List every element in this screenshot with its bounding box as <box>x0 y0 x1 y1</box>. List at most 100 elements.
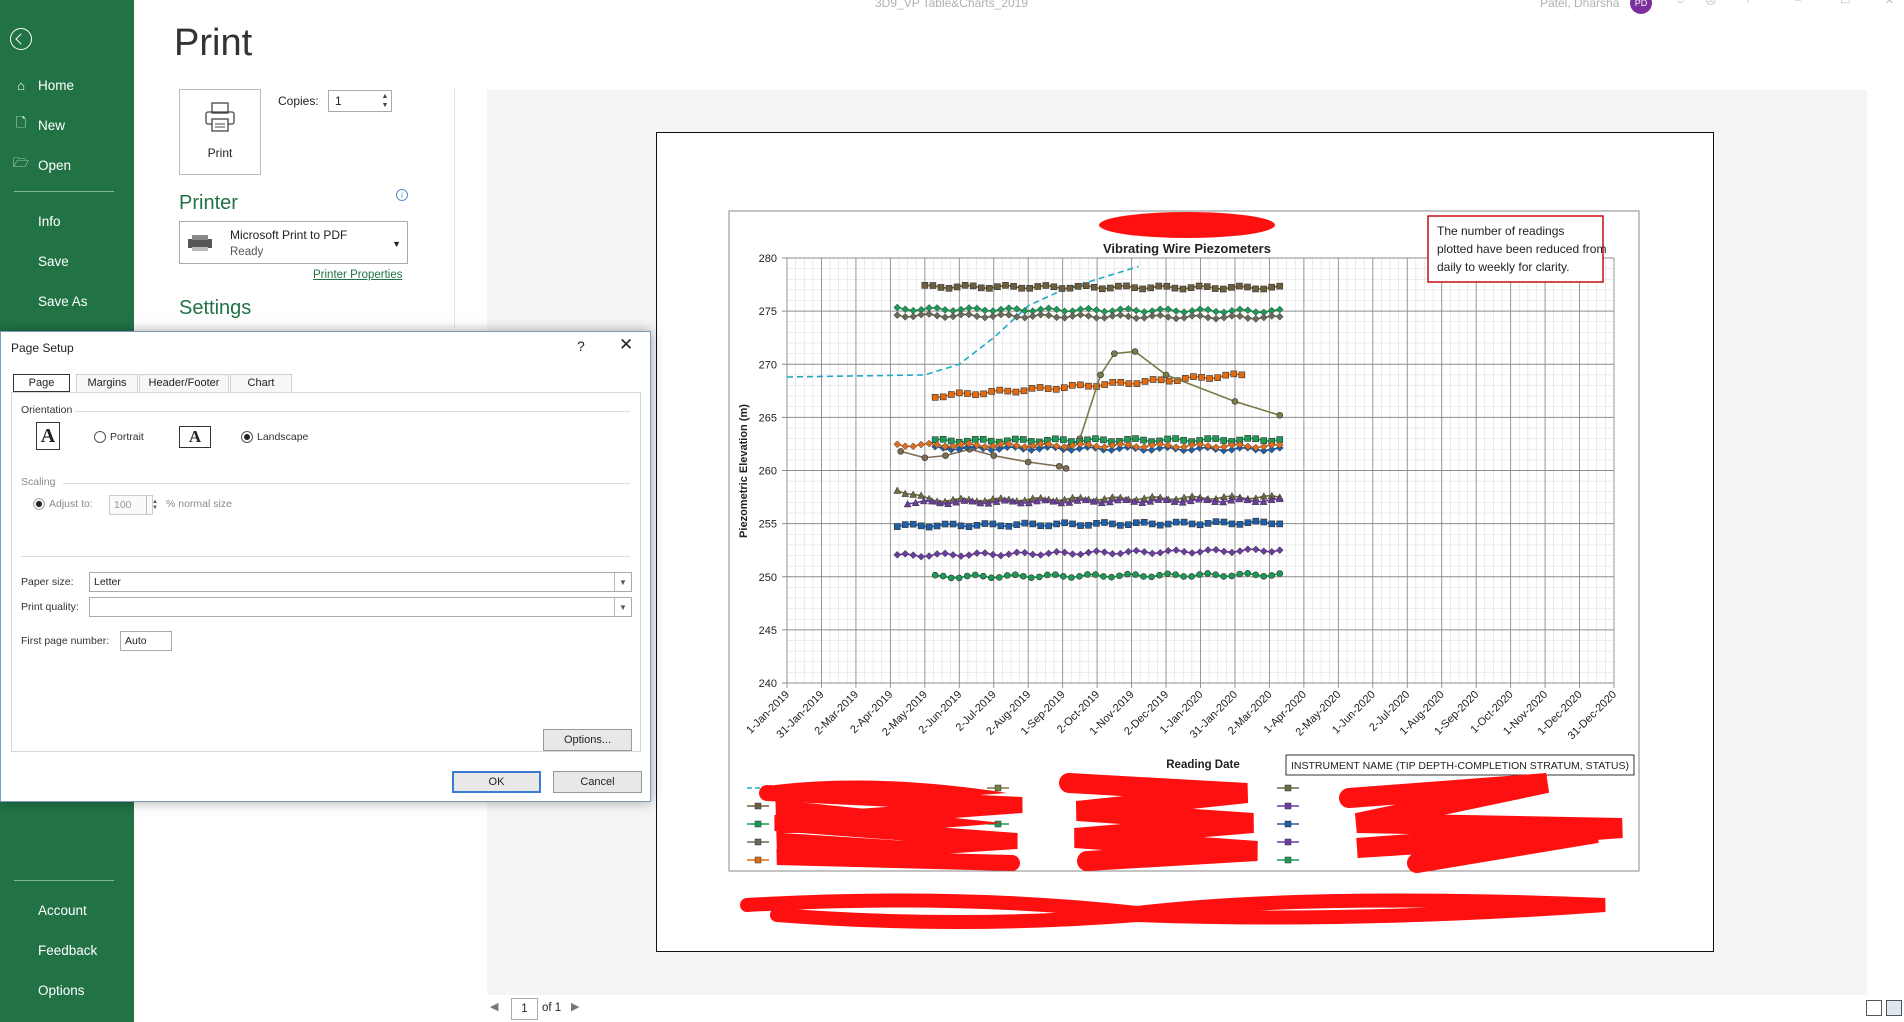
close-window-icon[interactable]: ✕ <box>1885 0 1899 8</box>
nav-item-save-as[interactable]: Save As <box>0 284 134 318</box>
nav-item-save[interactable]: Save <box>0 244 134 278</box>
printer-select[interactable]: Microsoft Print to PDF Ready ▼ <box>179 221 408 264</box>
data-point <box>1179 285 1187 293</box>
y-tick-label: 250 <box>759 572 777 584</box>
data-point <box>1050 283 1058 291</box>
printer-properties-link[interactable]: Printer Properties <box>313 269 402 281</box>
scaling-label: Scaling <box>21 476 56 488</box>
data-point <box>921 454 929 462</box>
data-point <box>1052 435 1059 443</box>
data-point <box>1260 572 1268 580</box>
chart-title: Vibrating Wire Piezometers <box>1103 241 1271 256</box>
printer-status: Ready <box>230 246 264 258</box>
printer-device-icon <box>186 234 214 252</box>
data-point <box>1147 284 1154 292</box>
tab-margins[interactable]: Margins <box>76 374 138 392</box>
data-point <box>939 435 947 443</box>
tab-page[interactable]: Page <box>13 374 70 392</box>
close-icon[interactable]: ✕ <box>619 335 633 355</box>
data-point <box>1003 572 1011 579</box>
data-point <box>1055 462 1063 470</box>
data-point <box>1098 285 1106 293</box>
nav-separator <box>14 191 114 192</box>
data-point <box>1139 285 1146 293</box>
data-point <box>897 448 905 455</box>
data-point <box>1084 571 1091 578</box>
data-point <box>1220 518 1228 526</box>
data-point <box>1140 518 1148 526</box>
nav-item-home[interactable]: ⌂ Home <box>0 68 134 102</box>
ok-button[interactable]: OK <box>452 771 541 793</box>
adjust-to-radio[interactable] <box>33 498 45 510</box>
data-point <box>1276 282 1284 290</box>
data-point <box>1132 435 1139 442</box>
nav-item-options[interactable]: Options <box>0 973 134 1007</box>
copies-spinner[interactable]: ▲ ▼ <box>378 90 392 112</box>
tab-header-footer[interactable]: Header/Footer <box>139 374 229 392</box>
data-point <box>1252 571 1260 579</box>
data-point <box>937 284 945 291</box>
chevron-down-icon: ▼ <box>392 239 401 249</box>
nav-item-feedback[interactable]: Feedback <box>0 933 134 967</box>
copies-label: Copies: <box>278 94 319 108</box>
options-button[interactable]: Options... <box>543 729 632 751</box>
data-point <box>917 522 925 530</box>
data-point <box>1005 523 1013 530</box>
data-point <box>1187 284 1195 291</box>
landscape-radio[interactable] <box>241 431 253 443</box>
page-setup-dialog: Page Setup ? ✕ Page Margins Header/Foote… <box>0 331 651 802</box>
data-point <box>997 522 1005 530</box>
first-page-number-input[interactable]: Auto <box>120 631 172 651</box>
info-icon[interactable]: i <box>396 189 408 201</box>
y-tick-label: 255 <box>759 519 777 531</box>
help-icon[interactable]: ? <box>1745 0 1759 8</box>
legend-marker <box>1284 784 1292 792</box>
data-point <box>1276 411 1284 419</box>
smiley-icon[interactable]: ☺ <box>1675 0 1689 8</box>
portrait-radio[interactable] <box>94 431 106 443</box>
data-point <box>1124 436 1131 443</box>
paper-size-select[interactable]: Letter <box>89 572 632 592</box>
data-point <box>1244 283 1251 291</box>
data-point <box>1140 436 1147 444</box>
nav-item-account[interactable]: Account <box>0 893 134 927</box>
data-point <box>969 282 977 290</box>
next-page-icon[interactable]: ▶ <box>571 1000 579 1013</box>
data-point <box>1125 521 1132 528</box>
nav-item-open[interactable]: 🗁 Open <box>0 148 134 182</box>
y-tick-label: 260 <box>759 466 777 478</box>
page-count-label: of 1 <box>542 1002 562 1014</box>
data-point <box>953 283 961 291</box>
data-point <box>1156 521 1164 529</box>
data-point <box>964 390 971 397</box>
help-icon[interactable]: ? <box>577 338 585 354</box>
minimize-icon[interactable]: – <box>1795 0 1809 8</box>
dialog-title: Page Setup <box>11 341 74 355</box>
adjust-to-spinner[interactable]: ▲ ▼ <box>146 496 163 514</box>
cancel-button[interactable]: Cancel <box>553 771 642 793</box>
redaction <box>1099 212 1275 238</box>
frown-icon[interactable]: ☹ <box>1705 0 1719 8</box>
nav-item-new[interactable]: 🗋 New <box>0 108 134 142</box>
show-margins-icon[interactable] <box>1866 1000 1882 1016</box>
nav-item-info[interactable]: Info <box>0 204 134 238</box>
portrait-label: Portrait <box>110 431 144 443</box>
tab-chart[interactable]: Chart <box>230 374 292 392</box>
data-point <box>1052 571 1059 578</box>
home-icon: ⌂ <box>17 77 25 93</box>
zoom-to-page-icon[interactable] <box>1886 1000 1902 1016</box>
data-point <box>925 523 933 531</box>
previous-page-icon[interactable]: ◀ <box>490 1000 498 1013</box>
data-point <box>1077 381 1084 389</box>
avatar[interactable]: PD <box>1630 0 1652 14</box>
print-quality-select[interactable] <box>89 597 632 617</box>
print-button[interactable]: Print <box>179 89 261 175</box>
page-number-input[interactable]: 1 <box>511 998 538 1020</box>
data-point <box>1092 435 1099 442</box>
restore-icon[interactable]: ▭ <box>1840 0 1854 8</box>
back-arrow-icon[interactable] <box>10 28 32 50</box>
data-point <box>1188 520 1196 528</box>
data-point <box>1109 379 1117 386</box>
data-point <box>1260 518 1268 526</box>
data-point <box>1164 435 1171 443</box>
